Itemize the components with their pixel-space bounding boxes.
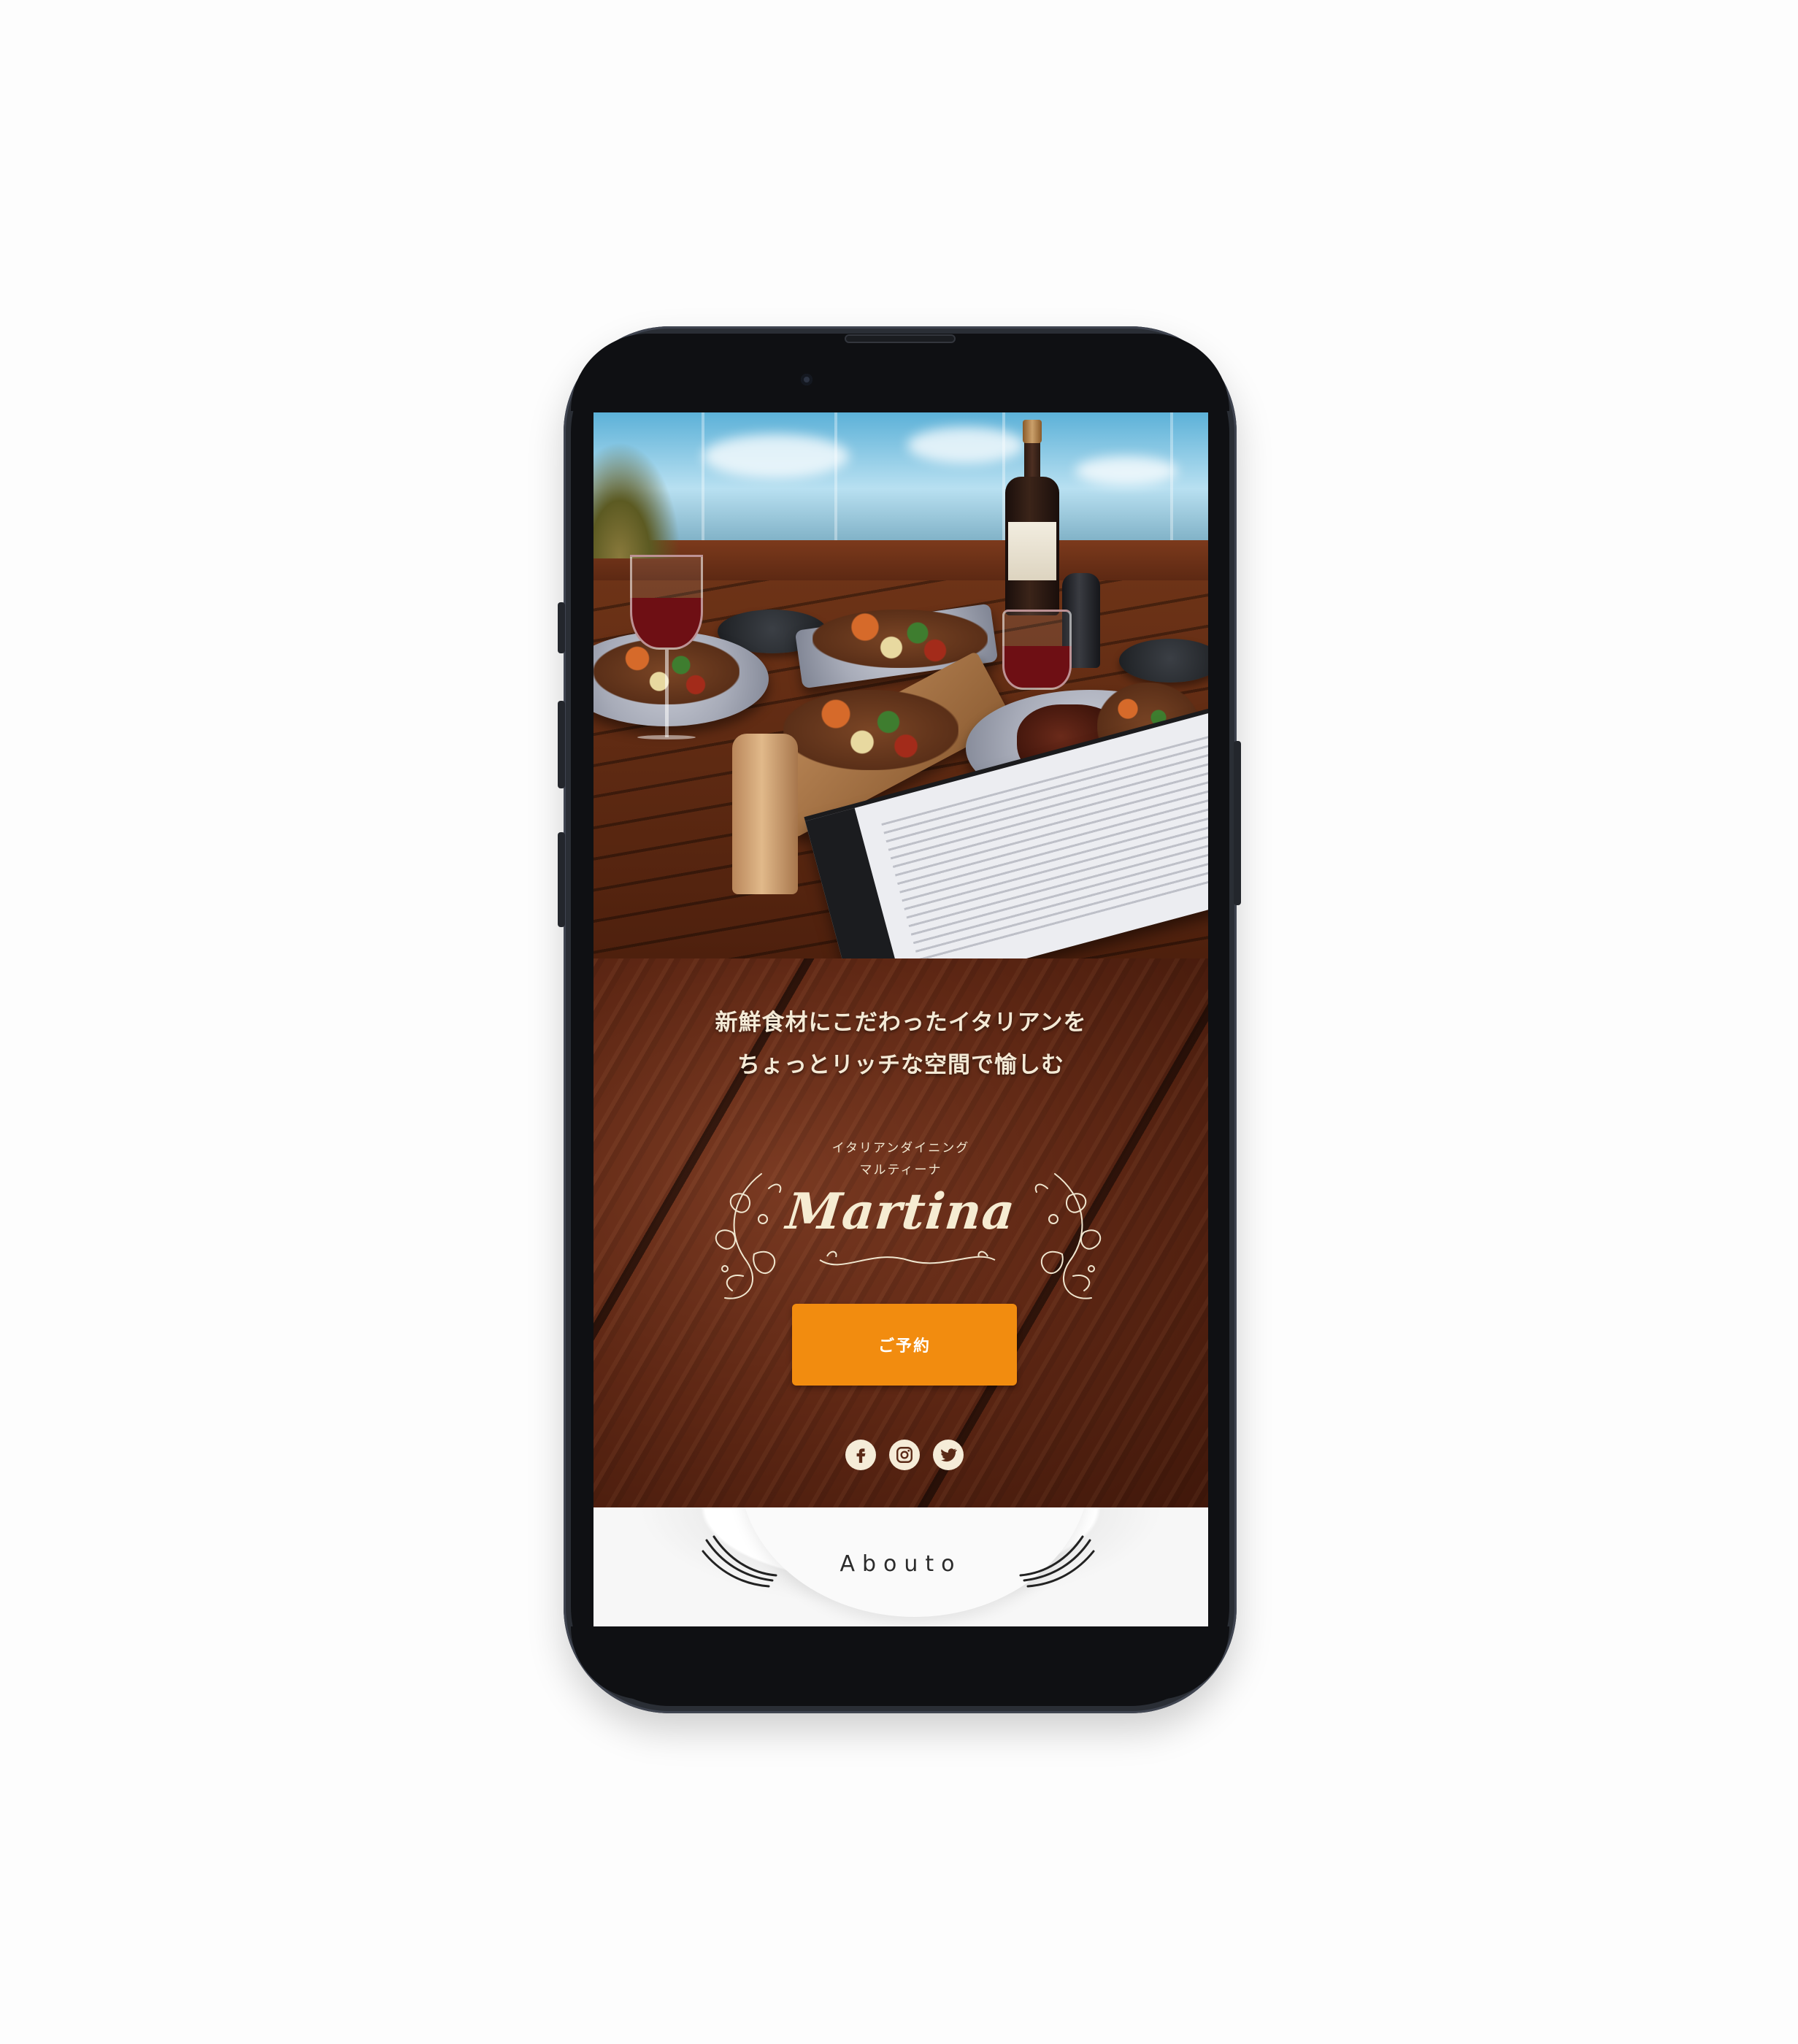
reservation-button[interactable]: ご予約 [792,1304,1017,1386]
plant [593,442,681,558]
wine-glass-stem [665,650,669,737]
mute-switch [558,602,565,653]
volume-down-button [558,832,565,927]
intro-section: 新鮮食材にこだわったイタリアンを ちょっとリッチな空間で愉しむ イタリアンダイニ… [593,958,1208,1507]
tagline-line-2: ちょっとリッチな空間で愉しむ [737,1052,1064,1078]
bottle-label [1008,522,1056,580]
tagline-line-1: 新鮮食材にこだわったイタリアンを [715,1010,1087,1036]
instagram-link[interactable] [889,1440,920,1470]
wine-glass [630,555,703,650]
front-camera [801,374,812,385]
logo-name: Martina [783,1183,1018,1241]
facebook-icon [856,1448,866,1463]
wine-bottle [1002,420,1061,617]
instagram-icon [896,1447,913,1463]
twitter-link[interactable] [933,1440,964,1470]
twitter-icon [941,1448,957,1462]
cloud [703,434,849,478]
power-button [1234,741,1241,905]
volume-up-button [558,701,565,788]
cloud [1075,456,1177,485]
phone-bottom-bezel [571,1626,1229,1699]
restaurant-logo: イタリアンダイニング マルティーナ Martina [710,1137,1102,1299]
hero-image [593,412,1208,958]
logo-subtitle-1: イタリアンダイニング [831,1141,970,1156]
facebook-link[interactable] [845,1440,876,1470]
about-section: Abouto [593,1507,1208,1626]
logo-swash [819,1250,996,1266]
drink-glass [1002,610,1072,690]
phone-screen: 新鮮食材にこだわったイタリアンを ちょっとリッチな空間で愉しむ イタリアンダイニ… [593,412,1208,1626]
about-title: Abouto [840,1551,962,1577]
salt-grinder [732,734,798,894]
phone-top-bezel [571,334,1229,411]
bottle-cap [1023,420,1042,443]
wine-glass-foot [637,735,696,739]
earpiece-speaker [845,334,956,343]
bruschetta [783,690,958,770]
brush-stroke-right [1019,1535,1095,1588]
